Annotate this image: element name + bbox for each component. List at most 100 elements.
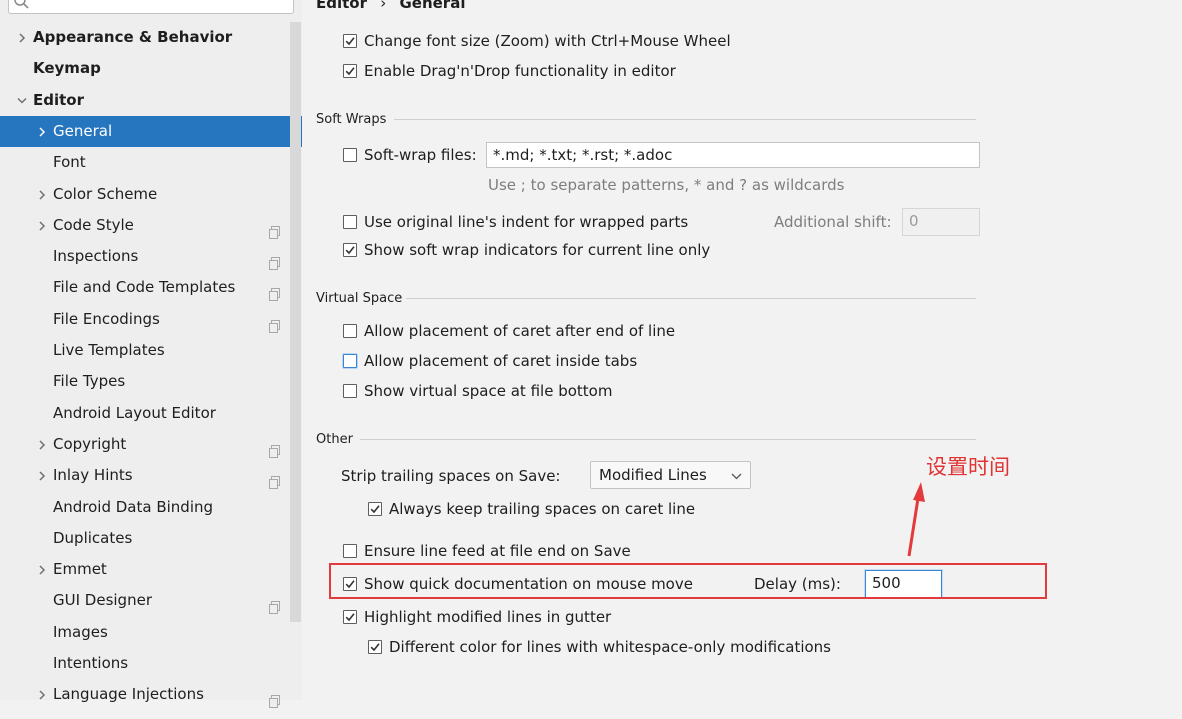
settings-search-input[interactable]: [8, 0, 294, 14]
tree-item-emmet[interactable]: Emmet: [0, 554, 302, 585]
settings-tree: Appearance & Behavior Keymap Editor General…: [0, 0, 302, 709]
project-settings-icon: [268, 688, 281, 709]
annotation-arrow-icon: [907, 482, 925, 557]
tree-item-android-data-binding[interactable]: Android Data Binding: [0, 492, 302, 523]
checkmark-icon: [345, 67, 355, 76]
tree-item-label: Images: [53, 622, 108, 641]
keep-trailing-checkbox[interactable]: [368, 502, 382, 516]
tree-item-inspections[interactable]: Inspections: [0, 241, 302, 272]
tree-item-language-injections[interactable]: Language Injections: [0, 679, 302, 710]
drag-drop-checkbox[interactable]: [343, 64, 357, 78]
strip-spaces-dropdown[interactable]: Modified Lines: [590, 461, 751, 489]
zoom-label: Change font size (Zoom) with Ctrl+Mouse …: [364, 32, 731, 50]
chevron-right-icon[interactable]: [34, 179, 48, 210]
checkmark-icon: [345, 246, 355, 255]
tree-item-label: Code Style: [53, 215, 134, 234]
tree-item-label: Duplicates: [53, 528, 133, 547]
chevron-right-icon[interactable]: [34, 554, 48, 585]
tree-item-general[interactable]: General: [0, 115, 302, 147]
project-settings-icon: [268, 219, 281, 239]
checkmark-icon: [370, 643, 380, 652]
soft-wrap-indicators-checkbox[interactable]: [343, 243, 357, 257]
chevron-right-icon[interactable]: [34, 116, 48, 147]
caret-inside-tabs-label: Allow placement of caret inside tabs: [364, 352, 638, 370]
tree-item-label: Android Layout Editor: [53, 403, 216, 422]
soft-wrap-files-label: Soft-wrap files:: [364, 146, 477, 164]
whitespace-modifications-label: Different color for lines with whitespac…: [389, 638, 832, 656]
strip-spaces-label: Strip trailing spaces on Save:: [341, 467, 561, 485]
tree-item-live-templates[interactable]: Live Templates: [0, 335, 302, 366]
tree-scrollbar[interactable]: [290, 22, 301, 622]
tree-item-label: Android Data Binding: [53, 497, 214, 516]
virtual-space-bottom-label: Show virtual space at file bottom: [364, 382, 613, 400]
tree-item-file-and-code-templates[interactable]: File and Code Templates: [0, 272, 302, 303]
highlight-modified-checkbox[interactable]: [343, 610, 357, 624]
tree-item-keymap[interactable]: Keymap: [0, 53, 302, 84]
caret-after-end-label: Allow placement of caret after end of li…: [364, 322, 676, 340]
tree-item-duplicates[interactable]: Duplicates: [0, 523, 302, 554]
tree-item-label: Editor: [33, 90, 84, 109]
tree-item-images[interactable]: Images: [0, 617, 302, 648]
caret-inside-tabs-checkbox[interactable]: [343, 354, 357, 368]
soft-wrap-hint: Use ; to separate patterns, * and ? as w…: [488, 176, 845, 194]
soft-wrap-indicators-label: Show soft wrap indicators for current li…: [364, 241, 711, 259]
line-feed-checkbox[interactable]: [343, 544, 357, 558]
zoom-checkbox[interactable]: [343, 34, 357, 48]
soft-wrap-files-input[interactable]: *.md; *.txt; *.rst; *.adoc: [486, 142, 980, 168]
tree-item-label: Language Injections: [53, 685, 204, 704]
tree-item-label: Live Templates: [53, 341, 165, 359]
project-settings-icon: [268, 438, 281, 458]
tree-item-label: General: [53, 121, 113, 140]
chevron-right-icon[interactable]: [34, 210, 48, 241]
chevron-down-icon[interactable]: [14, 85, 28, 116]
breadcrumb-parent[interactable]: Editor: [316, 0, 367, 12]
annotation-text: 设置时间: [926, 455, 1010, 479]
caret-after-end-checkbox[interactable]: [343, 324, 357, 338]
tree-item-file-types[interactable]: File Types: [0, 366, 302, 397]
tree-item-color-scheme[interactable]: Color Scheme: [0, 179, 302, 210]
project-settings-icon: [268, 469, 281, 490]
tree-item-inlay-hints[interactable]: Inlay Hints: [0, 460, 302, 491]
tree-item-font[interactable]: Font: [0, 147, 302, 178]
tree-item-code-style[interactable]: Code Style: [0, 210, 302, 241]
tree-item-copyright[interactable]: Copyright: [0, 429, 302, 460]
tree-item-android-layout-editor[interactable]: Android Layout Editor: [0, 398, 302, 429]
tree-item-label: File Encodings: [53, 309, 160, 328]
tree-item-file-encodings[interactable]: File Encodings: [0, 304, 302, 335]
tree-item-label: GUI Designer: [53, 591, 152, 610]
tree-item-label: Inspections: [53, 247, 139, 266]
additional-shift-label: Additional shift:: [774, 213, 892, 231]
original-indent-label: Use original line's indent for wrapped p…: [364, 213, 689, 231]
highlight-annotation-box: [329, 563, 1047, 599]
soft-wraps-separator: [394, 119, 976, 120]
soft-wraps-title: Soft Wraps: [316, 112, 387, 127]
search-icon: [13, 0, 31, 11]
virtual-space-title: Virtual Space: [316, 291, 403, 306]
highlight-modified-label: Highlight modified lines in gutter: [364, 608, 612, 626]
chevron-right-icon[interactable]: [34, 429, 48, 460]
virtual-space-separator: [406, 298, 976, 299]
tree-item-editor[interactable]: Editor: [0, 85, 302, 116]
chevron-right-icon[interactable]: [34, 679, 48, 710]
original-indent-checkbox[interactable]: [343, 215, 357, 229]
additional-shift-input[interactable]: 0: [902, 208, 980, 236]
virtual-space-bottom-checkbox[interactable]: [343, 384, 357, 398]
breadcrumb-separator: ›: [380, 0, 387, 12]
breadcrumb: Editor › General: [316, 0, 465, 13]
project-settings-icon: [268, 281, 281, 302]
tree-item-label: File and Code Templates: [53, 278, 236, 297]
whitespace-modifications-checkbox[interactable]: [368, 640, 382, 654]
project-settings-icon: [268, 594, 281, 615]
soft-wrap-files-checkbox[interactable]: [343, 148, 357, 162]
tree-item-appearance-behavior[interactable]: Appearance & Behavior: [0, 22, 302, 53]
tree-item-label: Font: [53, 153, 86, 172]
checkmark-icon: [370, 505, 380, 514]
chevron-right-icon[interactable]: [14, 22, 28, 53]
tree-item-label: Color Scheme: [53, 184, 158, 203]
other-title: Other: [316, 432, 353, 447]
breadcrumb-current: General: [399, 0, 466, 12]
tree-item-intentions[interactable]: Intentions: [0, 648, 302, 679]
chevron-right-icon[interactable]: [34, 460, 48, 491]
line-feed-label: Ensure line feed at file end on Save: [364, 542, 631, 560]
tree-item-gui-designer[interactable]: GUI Designer: [0, 585, 302, 616]
